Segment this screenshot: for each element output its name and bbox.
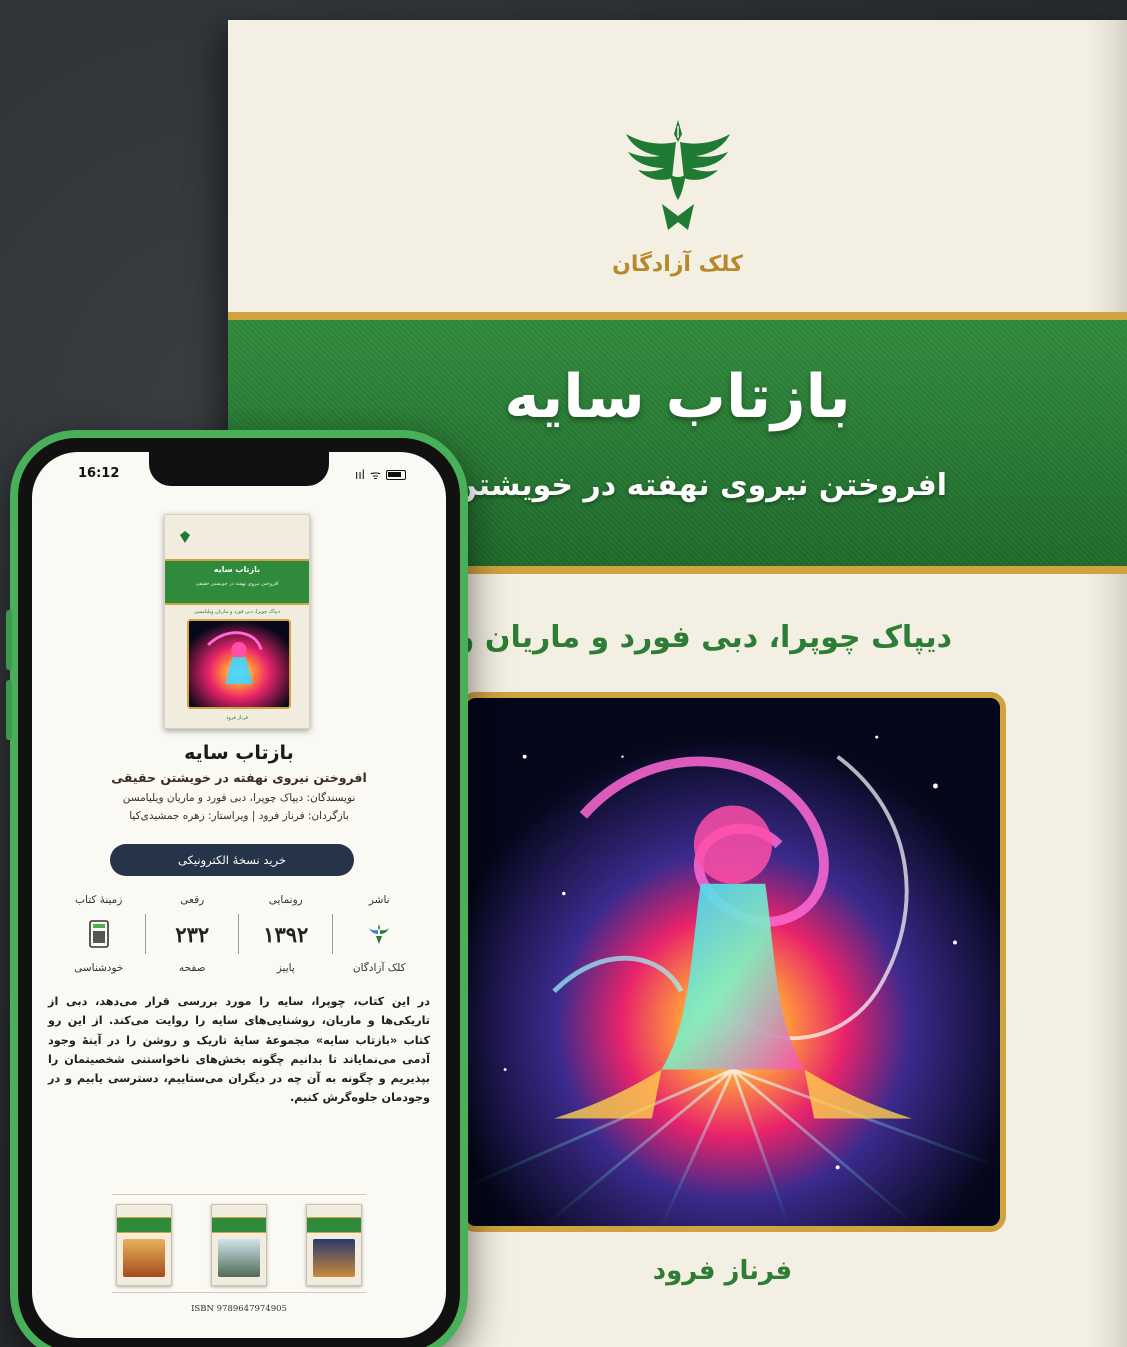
related-book-artwork — [313, 1239, 355, 1277]
publisher-logo-icon — [180, 531, 190, 543]
related-book-thumbnail[interactable] — [306, 1204, 362, 1286]
phone-mockup: 16:12 ııl ᯤ بازتاب سایه افروختن نیروی نه… — [6, 430, 468, 1347]
wifi-icon: ᯤ — [370, 468, 381, 482]
book-authors: نویسندگان: دیپاک چوپرا، دبی فورد و ماریا… — [122, 792, 356, 804]
related-book-artwork — [218, 1239, 260, 1277]
cover-subtitle: افروختن نیروی نهفته در خویشتن حق — [392, 468, 947, 503]
related-book-artwork — [123, 1239, 165, 1277]
mini-cover-authors: دیپاک چوپرا، دبی فورد و ماریان ویلیامسن — [194, 609, 280, 615]
book-stats: ناشر کلک آزادگان رونمایی ۱۳۹۲ پاییز رقعی — [52, 892, 426, 976]
publisher-logo-icon — [369, 924, 390, 944]
book-description: در این کتاب، چوپرا، سایه را مورد بررسی ق… — [48, 995, 430, 1105]
mini-cover-title: بازتاب سایه — [213, 565, 261, 574]
cover-authors: دیپاک چوپرا، دبی فورد و ماریان ویلیا — [408, 620, 952, 655]
status-time: 16:12 — [78, 466, 120, 481]
publisher-logo-icon — [618, 112, 738, 252]
related-book-thumbnail[interactable] — [211, 1204, 267, 1286]
divider — [112, 1194, 366, 1195]
mini-cover-band: بازتاب سایه افروختن نیروی نهفته در خویشت… — [165, 559, 309, 605]
stat-value: ۱۳۹۲ — [263, 921, 309, 947]
stat-sub: پاییز — [276, 962, 295, 974]
category-book-icon — [88, 920, 109, 948]
phone-screen: 16:12 ııl ᯤ بازتاب سایه افروختن نیروی نه… — [32, 452, 446, 1338]
phone-bezel: 16:12 ııl ᯤ بازتاب سایه افروختن نیروی نه… — [18, 438, 460, 1347]
phone-volume-button — [6, 610, 12, 670]
book-credits: بازگردان: فرناز فرود | ویراستار: زهره جم… — [129, 810, 349, 822]
mini-cover-artwork — [187, 619, 291, 709]
signal-icon: ııl — [355, 467, 366, 482]
isbn: ISBN 9789647974905 — [191, 1304, 287, 1314]
book-title: بازتاب سایه — [184, 742, 294, 764]
stat-sub: کلک آزادگان — [352, 962, 406, 974]
status-bar-icons: ııl ᯤ — [355, 466, 406, 483]
stat-category: زمینهٔ کتاب خودشناسی — [52, 892, 146, 976]
related-book-band — [212, 1217, 266, 1233]
cover-spine-shadow — [1087, 20, 1127, 1347]
stat-value: ۲۳۲ — [175, 921, 210, 947]
book-cover-thumbnail[interactable]: بازتاب سایه افروختن نیروی نهفته در خویشت… — [164, 514, 310, 729]
phone-notch — [149, 452, 329, 486]
stat-sub: صفحه — [178, 962, 206, 974]
battery-icon — [386, 469, 406, 480]
cover-publisher-name: کلک آزادگان — [612, 252, 743, 277]
buy-ebook-button[interactable]: خرید نسخهٔ الکترونیکی — [110, 844, 354, 876]
related-book-band — [307, 1217, 361, 1233]
stat-sub: خودشناسی — [74, 962, 124, 974]
stat-pages: رقعی ۲۳۲ صفحه — [146, 892, 240, 976]
stat-label: رقعی — [180, 894, 205, 906]
stat-label: زمینهٔ کتاب — [75, 894, 123, 906]
cover-artwork — [460, 692, 1006, 1232]
stat-label: ناشر — [368, 894, 390, 906]
book-subtitle: افروختن نیروی نهفته در خویشتن حقیقی — [111, 770, 367, 785]
divider — [112, 1292, 366, 1293]
cover-title: بازتاب سایه — [504, 362, 851, 432]
phone-volume-button — [6, 680, 12, 740]
related-book-band — [117, 1217, 171, 1233]
mini-cover-subtitle: افروختن نیروی نهفته در خویشتن حقیقی — [195, 581, 279, 587]
related-books — [116, 1204, 362, 1288]
stat-label: رونمایی — [268, 894, 303, 906]
related-book-thumbnail[interactable] — [116, 1204, 172, 1286]
stat-release: رونمایی ۱۳۹۲ پاییز — [239, 892, 333, 976]
stat-publisher: ناشر کلک آزادگان — [333, 892, 427, 976]
mini-cover-translator: فرناز فرود — [226, 715, 248, 721]
